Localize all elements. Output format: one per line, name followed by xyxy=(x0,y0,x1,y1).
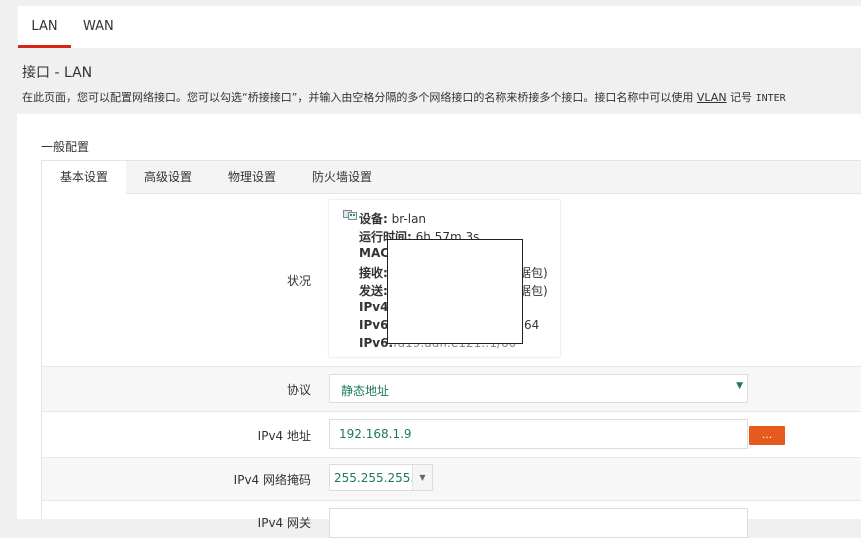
description-text-2: 记号 xyxy=(726,91,756,104)
protocol-label: 协议 xyxy=(286,383,311,397)
ipv4-more-button[interactable]: ... xyxy=(749,426,785,445)
status-tx: 发送: 据包) xyxy=(359,284,548,298)
section-tabs: 基本设置 高级设置 物理设置 防火墙设置 xyxy=(41,160,861,194)
protocol-value: 静态地址 xyxy=(341,384,390,398)
gateway-label: IPv4 网关 xyxy=(257,516,311,530)
status-mac: MAC xyxy=(359,246,390,260)
netmask-row: IPv4 网络掩码 xyxy=(41,457,861,500)
status-device: 设备: br-lan xyxy=(359,212,427,226)
tab-lan-label: LAN xyxy=(31,19,58,34)
netmask-label: IPv4 网络掩码 xyxy=(233,473,311,487)
network-device-icon xyxy=(343,210,357,220)
status-rx: 接收: 据包) xyxy=(359,266,548,280)
active-tab-indicator xyxy=(18,45,71,48)
tab-basic-settings[interactable]: 基本设置 xyxy=(42,161,126,194)
netmask-dropdown-icon[interactable]: ▼ xyxy=(412,465,432,490)
section-title: 一般配置 xyxy=(41,140,90,154)
dropdown-caret-icon: ▼ xyxy=(736,381,743,391)
description-mono: INTER xyxy=(755,93,786,104)
ipv4-address-input[interactable]: 192.168.1.9 xyxy=(329,419,748,449)
ipv4-address-value: 192.168.1.9 xyxy=(339,427,412,441)
page-title: 接口 - LAN xyxy=(22,65,93,81)
tab-advanced-settings[interactable]: 高级设置 xyxy=(126,161,210,194)
tab-physical-settings[interactable]: 物理设置 xyxy=(210,161,294,194)
status-label: 状况 xyxy=(286,274,311,288)
redaction-box xyxy=(387,239,523,344)
tab-wan-label: WAN xyxy=(83,19,114,34)
gateway-input[interactable] xyxy=(329,508,748,538)
top-tab-bar: LAN WAN xyxy=(18,6,861,48)
protocol-select[interactable]: 静态地址 ▼ xyxy=(329,374,748,403)
tab-firewall-settings[interactable]: 防火墙设置 xyxy=(294,161,390,194)
vlan-link[interactable]: VLAN xyxy=(697,91,727,104)
ipv4-address-label: IPv4 地址 xyxy=(257,429,311,443)
netmask-value: 255.255.255.0 xyxy=(334,471,422,485)
tab-lan[interactable]: LAN xyxy=(18,6,71,48)
tab-wan[interactable]: WAN xyxy=(83,6,114,48)
description-text: 在此页面，您可以配置网络接口。您可以勾选“桥接接口”，并输入由空格分隔的多个网络… xyxy=(22,91,697,104)
netmask-combobox[interactable]: 255.255.255.0 ▼ xyxy=(329,464,433,491)
page-description: 在此页面，您可以配置网络接口。您可以勾选“桥接接口”，并输入由空格分隔的多个网络… xyxy=(22,89,786,105)
